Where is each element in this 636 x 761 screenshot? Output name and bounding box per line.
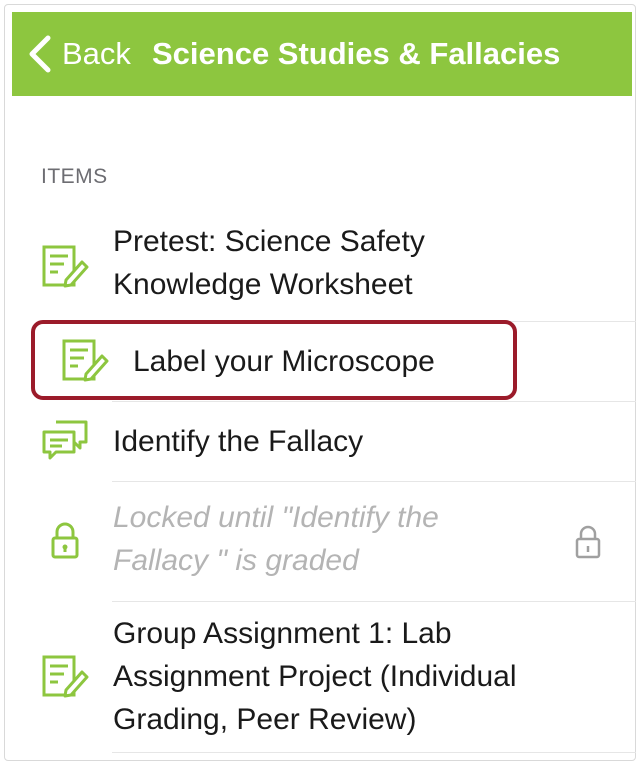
chevron-left-icon (29, 35, 51, 73)
assignment-icon (42, 245, 89, 288)
list-item-group-assignment[interactable]: Group Assignment 1: Lab Assignment Proje… (12, 612, 632, 752)
assignment-icon (62, 339, 109, 382)
assignment-icon (42, 655, 89, 698)
item-label: Locked until "Identify the Fallacy " is … (113, 501, 439, 577)
back-button[interactable]: Back (26, 12, 131, 96)
list-item-pretest[interactable]: Pretest: Science Safety Knowledge Worksh… (12, 220, 632, 320)
divider (112, 601, 636, 602)
item-label: Identify the Fallacy (113, 425, 364, 458)
list-item-label-microscope[interactable]: Label your Microscope (12, 322, 632, 400)
list-item-identify-fallacy[interactable]: Identify the Fallacy (12, 402, 632, 480)
item-label: Group Assignment 1: Lab Assignment Proje… (113, 617, 517, 736)
back-label: Back (62, 36, 131, 71)
navigation-bar: Back Science Studies & Fallacies (12, 12, 632, 96)
item-label: Label your Microscope (133, 345, 435, 378)
page-title: Science Studies & Fallacies (152, 36, 561, 71)
divider (112, 752, 636, 753)
lock-status-icon (575, 525, 601, 559)
section-header: ITEMS (41, 165, 108, 188)
list-item-locked: Locked until "Identify the Fallacy " is … (12, 482, 632, 582)
discussion-icon (42, 420, 88, 460)
lock-icon (51, 522, 79, 559)
item-label: Pretest: Science Safety Knowledge Worksh… (113, 225, 425, 301)
